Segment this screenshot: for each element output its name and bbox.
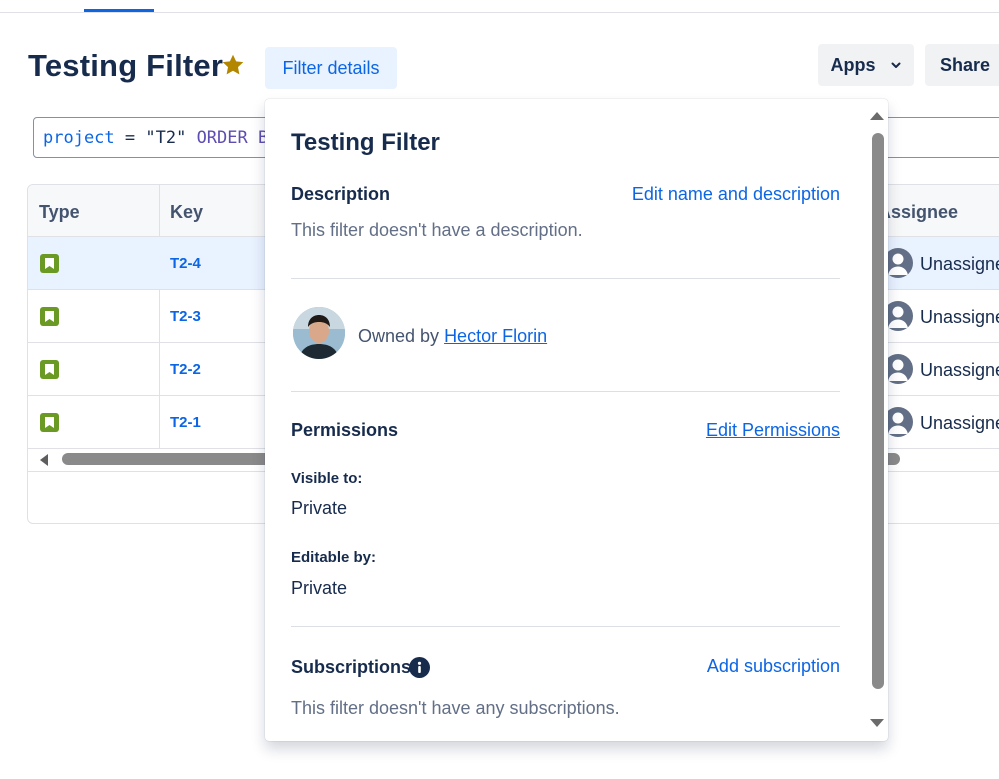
issue-key-link[interactable]: T2-3 [170, 308, 201, 325]
divider [291, 391, 840, 392]
column-header-assignee[interactable]: Assignee [878, 202, 958, 223]
vertical-scroll-thumb[interactable] [872, 133, 884, 689]
top-nav-border [0, 12, 999, 13]
divider [291, 278, 840, 279]
divider [291, 626, 840, 627]
jql-value: "T2" [145, 127, 187, 148]
add-subscription-link[interactable]: Add subscription [707, 656, 840, 677]
apps-label: Apps [830, 54, 876, 75]
visible-to-label: Visible to: [291, 470, 363, 487]
edit-name-description-link[interactable]: Edit name and description [632, 184, 840, 205]
visible-to-value: Private [291, 498, 348, 518]
owner-info: Owned by Hector Florin [358, 326, 547, 347]
scroll-down-arrow-icon[interactable] [870, 719, 884, 727]
share-button[interactable]: Share [925, 44, 999, 86]
scroll-left-arrow-icon[interactable] [40, 454, 48, 466]
page-title: Testing Filter [28, 48, 224, 83]
share-label: Share [940, 54, 991, 75]
filter-details-button[interactable]: Filter details [265, 47, 397, 89]
popover-title: Testing Filter [291, 129, 440, 156]
issue-key-link[interactable]: T2-1 [170, 414, 201, 431]
edit-permissions-link[interactable]: Edit Permissions [706, 420, 840, 441]
apps-button[interactable]: Apps [818, 44, 914, 86]
column-header-key[interactable]: Key [170, 202, 203, 223]
issue-key-link[interactable]: T2-2 [170, 361, 201, 378]
filter-details-popover: Testing Filter Description Edit name and… [265, 99, 888, 741]
info-icon[interactable] [409, 657, 430, 678]
editable-by-label: Editable by: [291, 549, 377, 566]
assignee-name: Unassigned [920, 307, 999, 327]
subscriptions-heading: Subscriptions [291, 657, 412, 677]
owner-name-link[interactable]: Hector Florin [444, 326, 547, 346]
story-icon [40, 254, 59, 273]
chevron-down-icon [891, 62, 900, 68]
assignee-name: Unassigned [920, 254, 999, 274]
column-header-type[interactable]: Type [39, 202, 80, 223]
assignee-name: Unassigned [920, 413, 999, 433]
editable-by-value: Private [291, 578, 348, 598]
jql-operator: = [114, 127, 146, 148]
issue-key-link[interactable]: T2-4 [170, 255, 201, 272]
description-text: This filter doesn't have a description. [291, 220, 583, 240]
description-heading: Description [291, 184, 391, 204]
story-icon [40, 413, 59, 432]
jql-field: project [43, 127, 115, 148]
owned-by-label: Owned by [358, 326, 440, 346]
scroll-up-arrow-icon[interactable] [870, 112, 884, 120]
story-icon [40, 307, 59, 326]
assignee-name: Unassigned [920, 360, 999, 380]
star-icon[interactable] [220, 52, 246, 78]
permissions-heading: Permissions [291, 420, 399, 440]
subscriptions-text: This filter doesn't have any subscriptio… [291, 698, 620, 718]
owner-avatar[interactable] [293, 307, 345, 359]
story-icon [40, 360, 59, 379]
active-tab-indicator [84, 9, 154, 12]
